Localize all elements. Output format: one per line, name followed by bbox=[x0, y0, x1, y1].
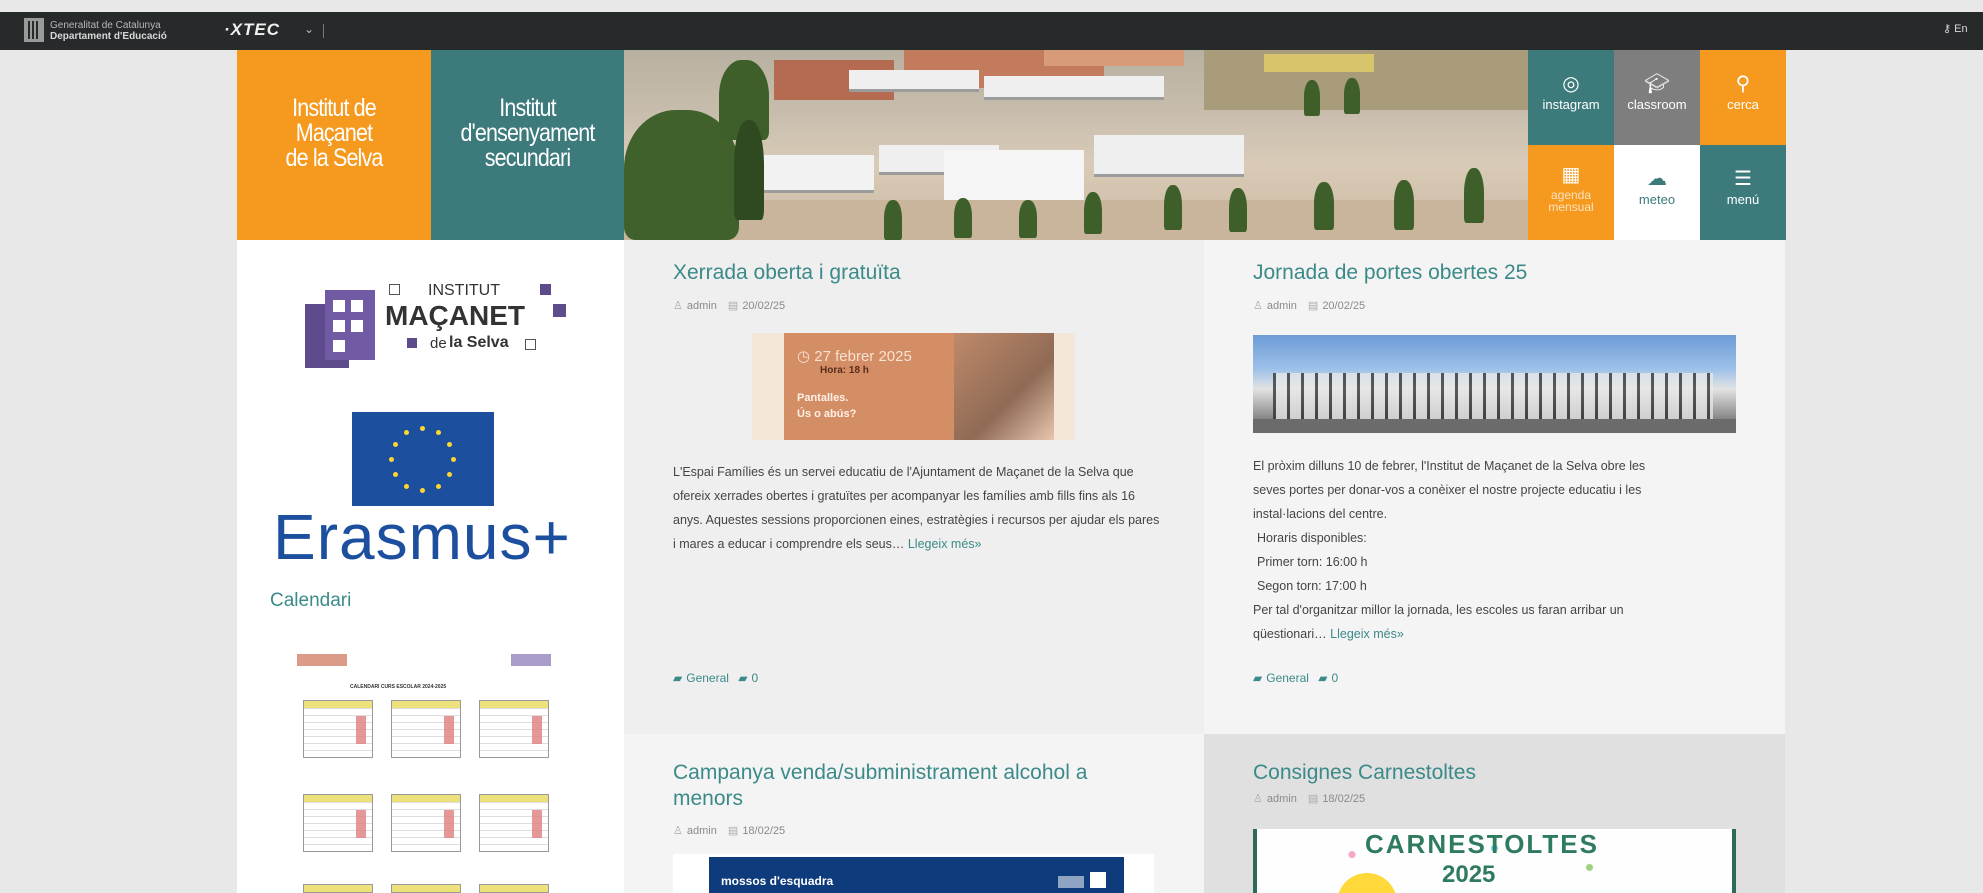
site-subtitle: Institut d'ensenyament secundari bbox=[431, 50, 624, 240]
post-card: Campanya venda/subministrament alcohol a… bbox=[624, 734, 1204, 893]
user-icon: ♙ bbox=[673, 825, 683, 837]
post-image[interactable]: mossos d'esquadra bbox=[673, 854, 1154, 893]
post-meta: ♙ admin ▤ 18/02/25 bbox=[1253, 793, 1366, 805]
post-card: Consignes Carnestoltes ♙ admin ▤ 18/02/25 … bbox=[1204, 734, 1785, 893]
site-title-line: Institut de bbox=[292, 94, 377, 122]
checkbox-decoration bbox=[389, 284, 400, 295]
event-topic-2: Ús o abús? bbox=[797, 408, 857, 420]
calendar-heading: CALENDARI CURS ESCOLAR 2024-2025 bbox=[350, 684, 447, 690]
calendar-icon: ▤ bbox=[1307, 793, 1319, 805]
post-excerpt: El pròxim dilluns 10 de febrer, l'Instit… bbox=[1253, 459, 1646, 641]
logo-de-text: de bbox=[430, 335, 447, 352]
top-bar: Generalitat de Catalunya Departament d'E… bbox=[0, 12, 1983, 50]
instagram-button[interactable]: ◎ instagram bbox=[1528, 50, 1614, 145]
post-meta: ♙ admin ▤ 18/02/25 bbox=[673, 825, 786, 837]
comment-count[interactable]: 0 bbox=[752, 671, 759, 685]
comment-icon: ▰ bbox=[1318, 671, 1328, 685]
gencat-name[interactable]: Generalitat de Catalunya bbox=[50, 20, 161, 31]
site-subtitle-line: d'ensenyament bbox=[460, 119, 596, 147]
post-title[interactable]: Jornada de portes obertes 25 bbox=[1253, 260, 1527, 286]
carnestoltes-title: CARNESTOLTES bbox=[1365, 829, 1599, 859]
hamburger-menu-icon: ☰ bbox=[1734, 168, 1752, 190]
read-more-link[interactable]: Llegeix més» bbox=[1330, 627, 1404, 641]
post-excerpt: L'Espai Famílies és un servei educatiu d… bbox=[673, 465, 1160, 551]
post-title[interactable]: Consignes Carnestoltes bbox=[1253, 760, 1476, 786]
site-title-line: Maçanet bbox=[295, 119, 373, 147]
login-link[interactable]: ⚷ En bbox=[1943, 22, 1968, 35]
site-subtitle-line: Institut bbox=[499, 94, 556, 122]
chevron-down-icon[interactable]: ⌄ bbox=[304, 22, 314, 36]
department-name[interactable]: Departament d'Educació bbox=[50, 31, 167, 42]
folder-icon: ▰ bbox=[1253, 671, 1263, 685]
post-title[interactable]: Xerrada oberta i gratuïta bbox=[673, 260, 901, 286]
school-calendar-image[interactable]: CALENDARI CURS ESCOLAR 2024-2025 bbox=[297, 652, 567, 893]
user-icon: ♙ bbox=[1253, 793, 1263, 805]
event-date: 27 febrer 2025 bbox=[814, 348, 912, 365]
carnestoltes-year: 2025 bbox=[1442, 861, 1496, 888]
logo-macanet-text: MAÇANET bbox=[385, 300, 525, 331]
folder-icon: ▰ bbox=[673, 671, 683, 685]
school-aerial-photo bbox=[624, 50, 1528, 240]
clock-icon: ◷ bbox=[797, 348, 811, 365]
checkbox-decoration bbox=[525, 339, 536, 350]
eu-flag-icon[interactable] bbox=[352, 412, 494, 506]
event-time: Hora: 18 h bbox=[820, 365, 869, 376]
comment-icon: ▰ bbox=[738, 671, 748, 685]
user-icon: ♙ bbox=[1253, 300, 1263, 312]
post-image[interactable] bbox=[1253, 335, 1736, 433]
post-card: Jornada de portes obertes 25 ♙ admin ▤ 20/… bbox=[1204, 240, 1785, 734]
square-decoration bbox=[407, 338, 417, 348]
xtec-logo[interactable]: ·XTEC bbox=[224, 20, 280, 40]
site-title[interactable]: Institut de Maçanet de la Selva bbox=[237, 50, 431, 240]
read-more-link[interactable]: Llegeix més» bbox=[908, 537, 982, 551]
post-title[interactable]: Campanya venda/subministrament alcohol a… bbox=[673, 760, 1153, 812]
category-link[interactable]: General bbox=[1266, 671, 1309, 685]
post-meta: ♙ admin ▤ 20/02/25 bbox=[1253, 300, 1366, 312]
search-button[interactable]: ⚲ cerca bbox=[1700, 50, 1786, 145]
key-icon: ⚷ bbox=[1943, 23, 1952, 35]
site-title-line: de la Selva bbox=[285, 144, 384, 172]
search-icon: ⚲ bbox=[1735, 73, 1751, 95]
divider bbox=[323, 24, 324, 38]
event-topic-1: Pantalles. bbox=[797, 392, 849, 404]
gencat-logo-icon[interactable] bbox=[24, 18, 44, 42]
calendar-icon: ▤ bbox=[1307, 300, 1319, 312]
logo-selva-text: la Selva bbox=[449, 334, 509, 351]
classroom-button[interactable]: 🎓︎ classroom bbox=[1614, 50, 1700, 145]
calendar-icon: ▦ bbox=[1561, 164, 1581, 186]
post-meta: ♙ admin ▤ 20/02/25 bbox=[673, 300, 786, 312]
menu-button[interactable]: ☰ menú bbox=[1700, 145, 1786, 240]
agenda-button[interactable]: ▦ agenda mensual bbox=[1528, 145, 1614, 240]
building-logo-icon bbox=[305, 290, 375, 368]
calendar-widget-title: Calendari bbox=[270, 590, 352, 611]
cloud-icon: ☁ bbox=[1647, 168, 1667, 190]
comment-count[interactable]: 0 bbox=[1332, 671, 1339, 685]
square-decoration bbox=[540, 284, 551, 295]
institut-logo[interactable]: INSTITUT MAÇANET de la Selva bbox=[305, 280, 566, 374]
user-icon: ♙ bbox=[673, 300, 683, 312]
erasmus-logo[interactable]: Erasmus+ bbox=[273, 500, 571, 574]
meteo-button[interactable]: ☁ meteo bbox=[1614, 145, 1700, 240]
calendar-icon: ▤ bbox=[727, 825, 739, 837]
post-image[interactable]: CARNESTOLTES 2025 bbox=[1253, 829, 1736, 893]
post-footer: ▰ General ▰ 0 bbox=[673, 671, 758, 685]
square-decoration bbox=[553, 304, 566, 317]
post-footer: ▰ General ▰ 0 bbox=[1253, 671, 1338, 685]
sidebar: INSTITUT MAÇANET de la Selva Erasmus+ Ca… bbox=[237, 240, 624, 893]
logo-institut-text: INSTITUT bbox=[428, 282, 500, 299]
mossos-logo-text: mossos d'esquadra bbox=[721, 874, 834, 888]
graduation-cap-icon: 🎓︎ bbox=[1644, 73, 1670, 95]
calendar-icon: ▤ bbox=[727, 300, 739, 312]
site-subtitle-line: secundari bbox=[484, 144, 571, 172]
post-image[interactable]: ◷ 27 febrer 2025 Hora: 18 h Pantalles. Ú… bbox=[752, 333, 1075, 440]
instagram-icon: ◎ bbox=[1562, 73, 1580, 95]
category-link[interactable]: General bbox=[686, 671, 729, 685]
post-card: Xerrada oberta i gratuïta ♙ admin ▤ 20/02/… bbox=[624, 240, 1204, 734]
